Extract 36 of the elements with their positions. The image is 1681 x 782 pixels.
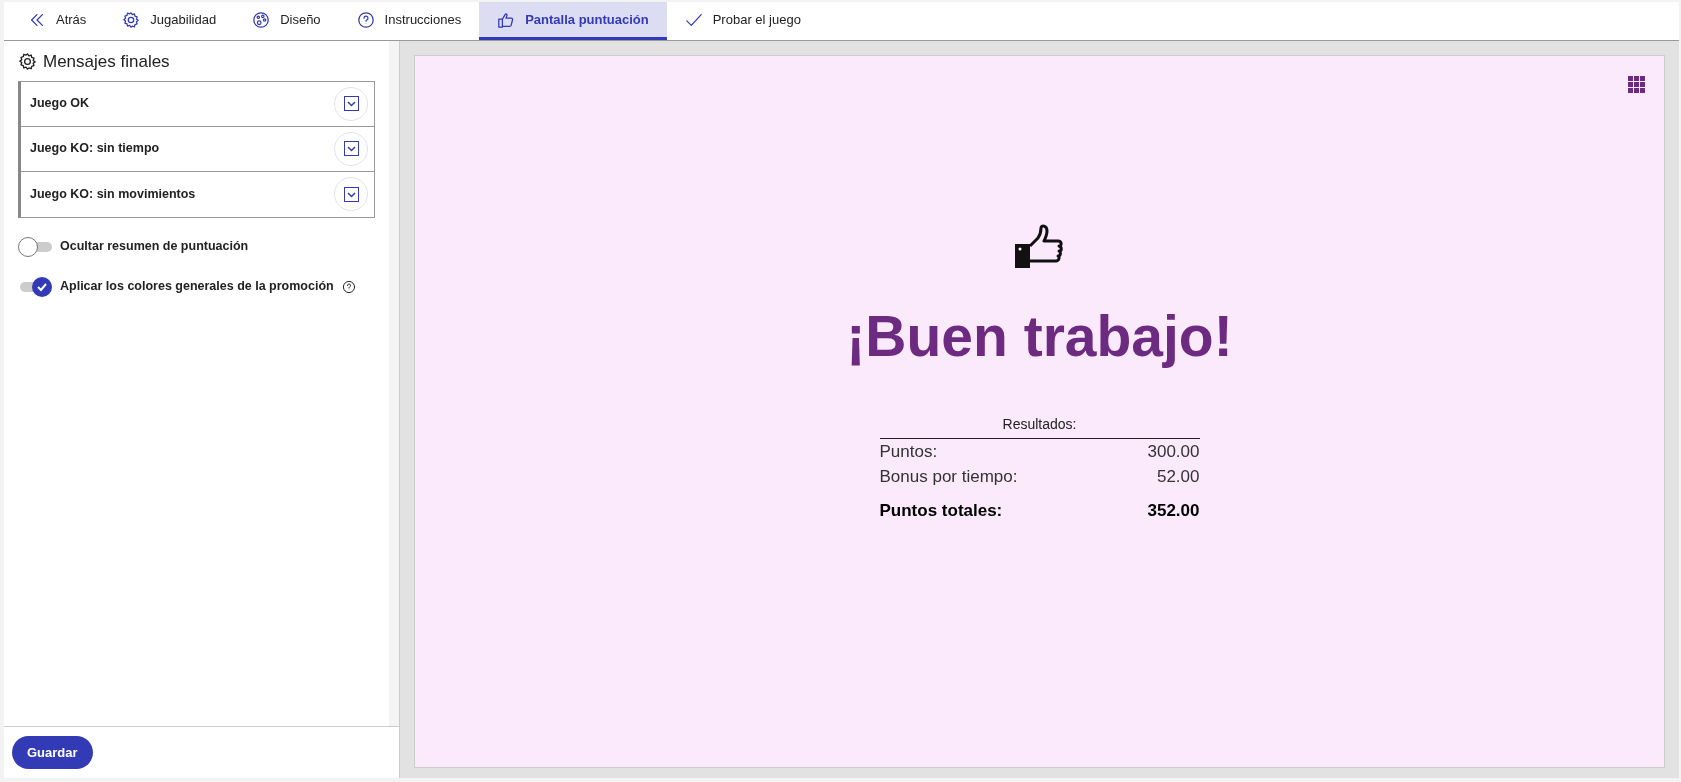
help-icon xyxy=(356,10,375,29)
expand-button[interactable] xyxy=(334,86,368,121)
settings-icon xyxy=(122,10,141,29)
result-value: 352.00 xyxy=(1147,499,1200,522)
heading: ¡Buen trabajo! xyxy=(846,303,1233,370)
chevron-icon xyxy=(343,96,359,111)
result-label: Bonus por tiempo: xyxy=(879,466,1018,488)
grid-icon[interactable] xyxy=(1628,76,1646,94)
thumbs-up-icon xyxy=(497,10,516,29)
expand-button[interactable] xyxy=(334,131,368,166)
help-icon[interactable] xyxy=(341,279,356,294)
result-label: Puntos totales: xyxy=(879,499,1003,522)
expand-button[interactable] xyxy=(334,177,368,211)
tab[interactable]: Instrucciones xyxy=(338,2,480,40)
settings-icon xyxy=(18,52,37,72)
result-label: Puntos: xyxy=(879,440,938,463)
chevron-icon xyxy=(343,141,359,156)
tab[interactable]: Pantalla puntuación xyxy=(479,2,667,40)
tab[interactable]: Jugabilidad xyxy=(104,2,235,40)
palette-icon xyxy=(252,10,271,29)
toggle-switch[interactable] xyxy=(18,235,52,258)
save-button[interactable]: Guardar xyxy=(12,735,93,770)
chevron-icon xyxy=(343,186,359,202)
message-label: Juego KO: sin movimientos xyxy=(30,185,196,203)
message-label: Juego KO: sin tiempo xyxy=(30,140,160,158)
result-value: 300.00 xyxy=(1147,440,1200,463)
toggle-switch[interactable] xyxy=(18,275,52,298)
toggle-label: Ocultar resumen de puntuación xyxy=(60,238,249,256)
message-label: Juego OK xyxy=(30,95,90,113)
panel-title: Mensajes finales xyxy=(43,51,170,73)
tab[interactable]: Diseño xyxy=(234,2,339,40)
tab[interactable]: Probar el juego xyxy=(666,2,819,40)
result-value: 52.00 xyxy=(1156,466,1200,488)
toggle-label: Aplicar los colores generales de la promoción xyxy=(60,278,334,296)
tab[interactable]: Atrás xyxy=(10,2,105,40)
results-title: Resultados: xyxy=(879,413,1200,439)
